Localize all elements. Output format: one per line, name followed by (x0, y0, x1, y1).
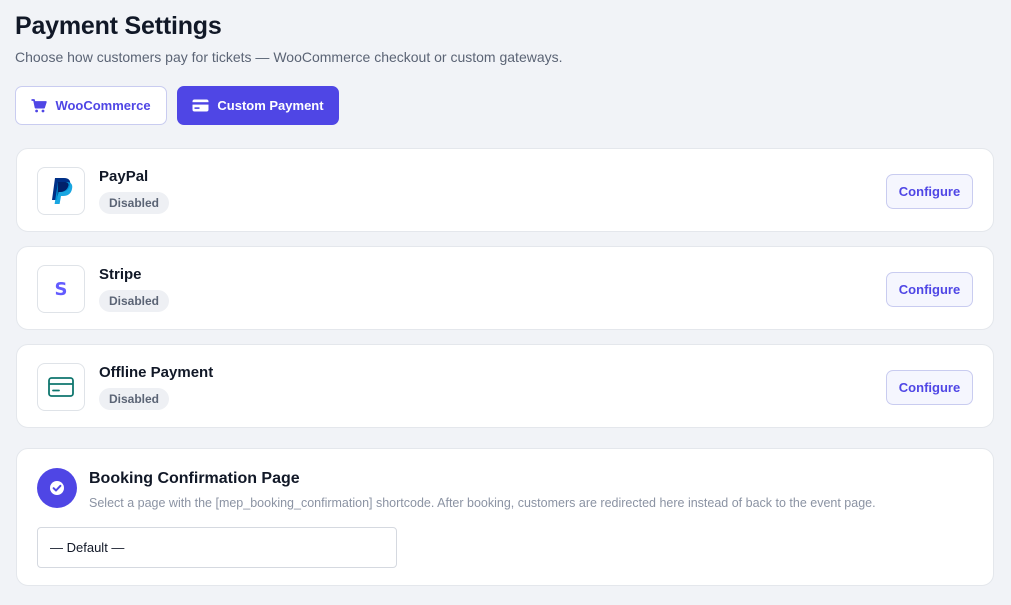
check-circle-icon (37, 468, 77, 508)
gateway-card-paypal: PayPal Disabled Configure (16, 148, 994, 232)
paypal-icon (37, 167, 85, 215)
custom-payment-mode-button[interactable]: Custom Payment (177, 86, 339, 125)
svg-text:S: S (55, 279, 68, 299)
gateway-name: PayPal (99, 168, 149, 185)
woocommerce-mode-button[interactable]: WooCommerce (15, 86, 167, 125)
page-subtitle: Choose how customers pay for tickets — W… (15, 49, 563, 65)
configure-button[interactable]: Configure (886, 272, 973, 307)
status-badge: Disabled (99, 388, 170, 410)
configure-button[interactable]: Configure (886, 370, 973, 405)
booking-confirmation-description: Select a page with the [mep_booking_conf… (89, 496, 876, 510)
gateway-card-stripe: S Stripe Disabled Configure (16, 246, 994, 330)
stripe-icon: S (37, 265, 85, 313)
custom-payment-mode-label: Custom Payment (217, 98, 324, 113)
gateway-card-offline-payment: Offline Payment Disabled Configure (16, 344, 994, 428)
cart-icon (31, 98, 48, 113)
confirmation-page-selected-value: — Default — (50, 540, 125, 555)
credit-card-icon (37, 363, 85, 411)
woocommerce-mode-label: WooCommerce (55, 98, 151, 113)
gateway-name: Offline Payment (99, 364, 214, 381)
gateway-name: Stripe (99, 266, 142, 283)
page-title: Payment Settings (15, 12, 222, 40)
status-badge: Disabled (99, 192, 170, 214)
confirmation-page-select[interactable]: — Default — (37, 527, 397, 568)
status-badge: Disabled (99, 290, 170, 312)
configure-button[interactable]: Configure (886, 174, 973, 209)
booking-confirmation-title: Booking Confirmation Page (89, 470, 300, 487)
booking-confirmation-card: Booking Confirmation Page Select a page … (16, 448, 994, 586)
credit-card-icon (192, 99, 209, 112)
